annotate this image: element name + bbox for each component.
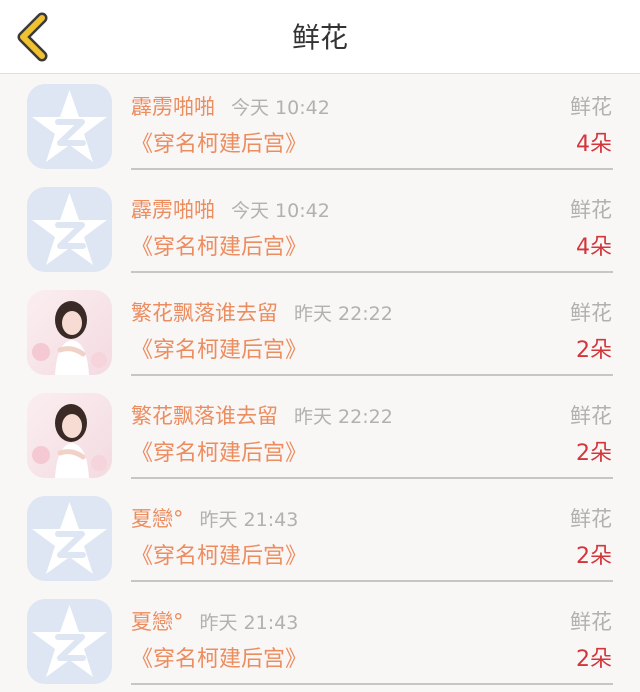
flower-count: 2朵	[576, 544, 612, 569]
row-divider	[131, 168, 613, 170]
list-item[interactable]: 夏戀° 昨天 21:43 鲜花 《穿名柯建后宫》 2朵	[0, 589, 640, 692]
book-title[interactable]: 《穿名柯建后宫》	[131, 439, 307, 469]
time-stamp: 今天 10:42	[231, 97, 330, 119]
sender-name[interactable]: 夏戀°	[131, 507, 184, 531]
avatar[interactable]	[27, 599, 112, 684]
list-item[interactable]: 夏戀° 昨天 21:43 鲜花 《穿名柯建后宫》 2朵	[0, 486, 640, 589]
sender-name-line: 夏戀° 昨天 21:43	[131, 504, 298, 535]
flower-record-list: 霹雳啪啪 今天 10:42 鲜花 《穿名柯建后宫》 4朵 霹雳啪啪 今天 10:42…	[0, 74, 640, 692]
time-stamp: 昨天 21:43	[199, 509, 299, 531]
sender-name-line: 繁花飘落谁去留 昨天 22:22	[131, 298, 393, 329]
sender-name[interactable]: 霹雳啪啪	[131, 95, 215, 119]
sender-name-line: 霹雳啪啪 今天 10:42	[131, 195, 330, 226]
avatar[interactable]	[27, 187, 112, 272]
avatar[interactable]	[27, 393, 112, 478]
row-divider	[131, 683, 613, 685]
list-item[interactable]: 繁花飘落谁去留 昨天 22:22 鲜花 《穿名柯建后宫》 2朵	[0, 383, 640, 486]
row-divider	[131, 271, 613, 273]
time-stamp: 昨天 21:43	[199, 612, 299, 634]
gift-type-label: 鲜花	[570, 301, 612, 325]
gift-type-label: 鲜花	[570, 507, 612, 531]
list-item[interactable]: 霹雳啪啪 今天 10:42 鲜花 《穿名柯建后宫》 4朵	[0, 177, 640, 280]
book-title[interactable]: 《穿名柯建后宫》	[131, 233, 307, 263]
list-item[interactable]: 繁花飘落谁去留 昨天 22:22 鲜花 《穿名柯建后宫》 2朵	[0, 280, 640, 383]
sender-name[interactable]: 繁花飘落谁去留	[131, 404, 278, 428]
book-title[interactable]: 《穿名柯建后宫》	[131, 645, 307, 675]
gift-type-label: 鲜花	[570, 95, 612, 119]
time-stamp: 昨天 22:22	[294, 406, 393, 428]
user-photo	[27, 393, 112, 478]
gift-type-label: 鲜花	[570, 198, 612, 222]
flower-count: 2朵	[576, 441, 612, 466]
flower-count: 4朵	[576, 132, 612, 157]
time-stamp: 今天 10:42	[231, 200, 330, 222]
avatar[interactable]	[27, 290, 112, 375]
list-item[interactable]: 霹雳啪啪 今天 10:42 鲜花 《穿名柯建后宫》 4朵	[0, 74, 640, 177]
sender-name-line: 繁花飘落谁去留 昨天 22:22	[131, 401, 393, 432]
sender-name[interactable]: 夏戀°	[131, 610, 184, 634]
sender-name-line: 霹雳啪啪 今天 10:42	[131, 92, 330, 123]
time-stamp: 昨天 22:22	[294, 303, 393, 325]
sender-name[interactable]: 霹雳啪啪	[131, 198, 215, 222]
row-divider	[131, 374, 613, 376]
avatar[interactable]	[27, 84, 112, 169]
user-photo	[27, 290, 112, 375]
row-divider	[131, 477, 613, 479]
page-title: 鲜花	[291, 21, 348, 54]
row-divider	[131, 580, 613, 582]
flower-count: 2朵	[576, 647, 612, 672]
gift-type-label: 鲜花	[570, 404, 612, 428]
book-title[interactable]: 《穿名柯建后宫》	[131, 130, 307, 160]
qzone-star-icon	[27, 599, 112, 684]
sender-name[interactable]: 繁花飘落谁去留	[131, 301, 278, 325]
gift-type-label: 鲜花	[570, 610, 612, 634]
qzone-star-icon	[27, 496, 112, 581]
flower-count: 2朵	[576, 338, 612, 363]
flower-count: 4朵	[576, 235, 612, 260]
book-title[interactable]: 《穿名柯建后宫》	[131, 336, 307, 366]
avatar[interactable]	[27, 496, 112, 581]
sender-name-line: 夏戀° 昨天 21:43	[131, 607, 298, 638]
book-title[interactable]: 《穿名柯建后宫》	[131, 542, 307, 572]
qzone-star-icon	[27, 84, 112, 169]
qzone-star-icon	[27, 187, 112, 272]
app-header: 鲜花	[0, 0, 640, 74]
